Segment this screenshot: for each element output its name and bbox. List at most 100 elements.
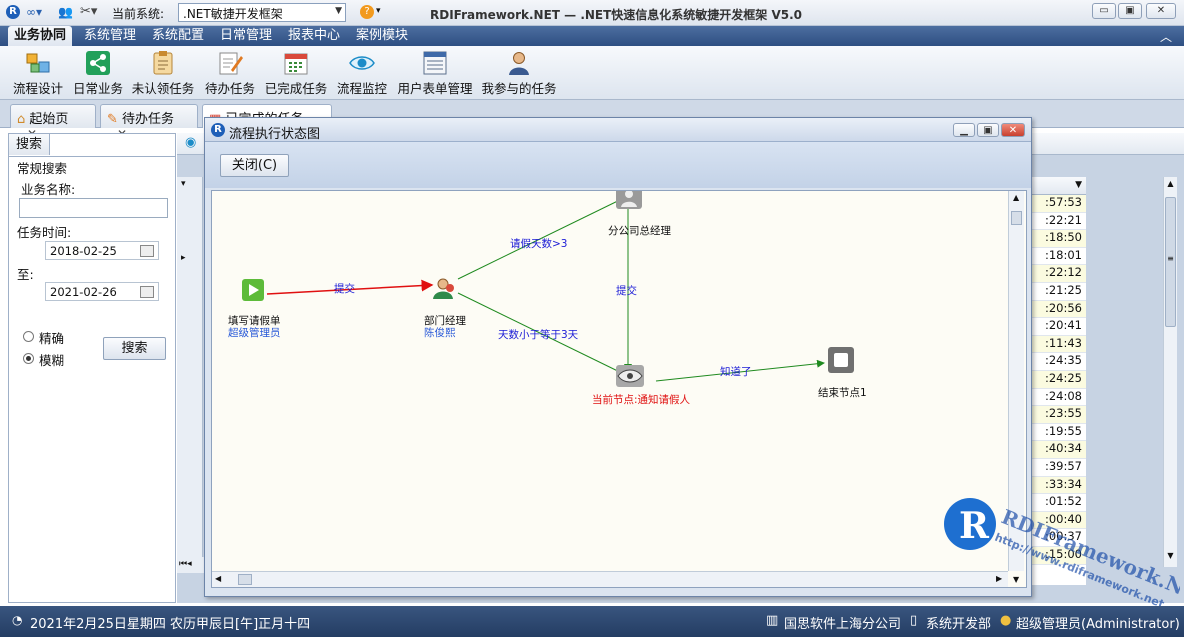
tab-daily-management[interactable]: 日常管理 (214, 26, 278, 46)
start-node-icon[interactable] (242, 279, 264, 301)
time-cell[interactable]: :19:55 (1030, 424, 1086, 442)
unclaimed-tasks-label: 未认领任务 (131, 81, 195, 96)
filter-icon[interactable]: ▾ (181, 179, 186, 189)
row-indicator-icon: ▸ (181, 253, 186, 263)
notify-node-icon[interactable] (616, 365, 644, 387)
system-label: 当前系统: (112, 7, 165, 21)
edge-label-submit2: 提交 (616, 285, 637, 297)
dialog-restore-button[interactable]: ▣ (977, 123, 999, 137)
close-dialog-button[interactable]: 关闭(C) (220, 154, 289, 177)
edit-note-icon (219, 52, 243, 75)
minimize-button[interactable]: ▭ (1092, 3, 1116, 19)
tab-home[interactable]: ⌂ 起始页 ✕ (10, 104, 96, 141)
time-cell[interactable]: :11:43 (1030, 335, 1086, 354)
link-icon[interactable]: ∞▾ (26, 5, 42, 19)
date-to-field[interactable]: 2021-02-26 (45, 282, 159, 301)
app-title: RDIFramework.NET — .NET快速信息化系统敏捷开发框架 V5.… (430, 8, 803, 22)
time-cell[interactable]: :24:35 (1030, 353, 1086, 371)
dialog-minimize-button[interactable]: ▁ (953, 123, 975, 137)
first-page-button[interactable]: ⏮◂ (177, 557, 205, 573)
scroll-thumb[interactable] (1011, 211, 1022, 225)
calendar-dropdown-icon[interactable] (140, 245, 154, 257)
title-bar: R ∞▾ 👥 ✂▾ 当前系统: .NET敏捷开发框架 ▼ ? ▾ RDIFram… (0, 0, 1184, 26)
end-node-icon[interactable] (828, 347, 854, 373)
canvas-horizontal-scrollbar[interactable]: ◀ ▶ (212, 571, 1008, 587)
system-select-value: .NET敏捷开发框架 (183, 7, 283, 21)
status-company: 国思软件上海分公司 (784, 617, 902, 632)
scroll-thumb[interactable]: ≡ (1165, 197, 1176, 327)
tab-business[interactable]: 业务协同 (8, 26, 73, 46)
time-cell[interactable]: :18:50 (1030, 230, 1086, 248)
business-name-input[interactable] (19, 198, 168, 218)
dialog-close-button[interactable]: ✕ (1001, 123, 1025, 137)
tab-todo[interactable]: ✎ 待办任务 ✕ (100, 104, 198, 141)
branch-manager-node-icon[interactable] (616, 191, 642, 209)
tab-report-center[interactable]: 报表中心 (282, 26, 346, 46)
time-cell[interactable]: :21:25 (1030, 283, 1086, 301)
calendar-dropdown-icon[interactable] (140, 286, 154, 298)
clock-icon: ◔ (12, 613, 23, 627)
time-cell[interactable]: :22:12 (1030, 265, 1086, 283)
radio-exact-label: 精确 (39, 331, 65, 346)
system-select[interactable]: .NET敏捷开发框架 ▼ (178, 3, 346, 22)
time-cell[interactable]: :22:21 (1030, 213, 1086, 231)
tab-system-config[interactable]: 系统配置 (146, 26, 210, 46)
workflow-diagram (242, 191, 854, 387)
task-time-label: 任务时间: (17, 225, 72, 240)
help-icon[interactable]: ? (360, 5, 374, 19)
restore-button[interactable]: ▣ (1118, 3, 1142, 19)
todo-tasks-label: 待办任务 (204, 81, 255, 96)
time-cell[interactable]: :18:01 (1030, 248, 1086, 266)
tab-case-module[interactable]: 案例模块 (350, 26, 414, 46)
help-dropdown-icon[interactable]: ▾ (376, 6, 381, 16)
scroll-up-icon[interactable]: ▲ (1013, 193, 1019, 202)
chevron-down-icon: ▼ (335, 6, 342, 16)
tools-icon[interactable]: ✂▾ (80, 4, 97, 19)
time-cell[interactable]: :39:57 (1030, 459, 1086, 477)
time-cell[interactable]: :20:41 (1030, 318, 1086, 336)
date-to-value: 2021-02-26 (50, 285, 117, 299)
time-cell[interactable]: :57:53 (1030, 195, 1086, 213)
users-icon[interactable]: 👥 (58, 5, 73, 19)
dialog-title-bar: R 流程执行状态图 ▁ ▣ ✕ (205, 118, 1031, 142)
time-cell[interactable]: :20:56 (1030, 300, 1086, 319)
time-cell[interactable]: :24:25 (1030, 371, 1086, 389)
daily-business-button[interactable]: 日常业务 (70, 50, 126, 98)
completed-tasks-label: 已完成任务 (264, 81, 328, 96)
search-button[interactable]: 搜索 (103, 337, 166, 360)
todo-tasks-button[interactable]: 待办任务 (202, 50, 258, 98)
edge-label-submit1: 提交 (334, 283, 355, 295)
close-button[interactable]: ✕ (1146, 3, 1176, 19)
completed-tasks-button[interactable]: 已完成任务 (263, 50, 329, 98)
time-cell[interactable]: :40:34 (1030, 441, 1086, 459)
process-monitor-button[interactable]: 流程监控 (336, 50, 388, 98)
business-name-label: 业务名称: (21, 182, 76, 197)
time-column-header[interactable]: ▼ (1030, 177, 1086, 195)
scroll-thumb[interactable] (238, 574, 252, 585)
collapse-ribbon-icon[interactable]: ︿ (1160, 28, 1172, 45)
dept-manager-node-icon[interactable] (433, 278, 454, 299)
scroll-left-icon[interactable]: ◀ (215, 574, 221, 583)
radio-exact[interactable] (23, 331, 34, 342)
my-tasks-button[interactable]: 我参与的任务 (480, 50, 558, 98)
status-bar: ◔ 2021年2月25日星期四 农历甲辰日[午]正月十四 ▥ 国思软件上海分公司… (0, 606, 1184, 637)
time-cell[interactable]: :24:08 (1030, 389, 1086, 407)
eye-icon[interactable]: ◉ (185, 135, 196, 150)
search-tab[interactable]: 搜索 (8, 133, 50, 155)
scroll-up-icon[interactable]: ▲ (1165, 179, 1176, 189)
user-form-management-button[interactable]: 用户表单管理 (396, 50, 474, 98)
workflow-canvas: 填写请假单 超级管理员 部门经理 陈俊熙 分公司总经理 当前节点:通知请假人 结… (211, 190, 1027, 588)
ribbon: 流程设计 日常业务 未认领任务 待办任务 已完成任务 流程监控 用户表单管理 我… (0, 46, 1184, 100)
tab-system-management[interactable]: 系统管理 (78, 26, 142, 46)
process-design-button[interactable]: 流程设计 (10, 50, 66, 98)
process-design-icon (26, 53, 50, 73)
start-node-user: 超级管理员 (228, 327, 281, 339)
app-logo-icon: R (211, 123, 225, 137)
date-from-field[interactable]: 2018-02-25 (45, 241, 159, 260)
radio-fuzzy[interactable] (23, 353, 34, 364)
daily-business-label: 日常业务 (72, 81, 123, 96)
status-user: 超级管理员(Administrator) (1016, 617, 1180, 632)
time-cell[interactable]: :23:55 (1030, 406, 1086, 424)
unclaimed-tasks-button[interactable]: 未认领任务 (130, 50, 196, 98)
user-form-management-label: 用户表单管理 (397, 81, 473, 96)
